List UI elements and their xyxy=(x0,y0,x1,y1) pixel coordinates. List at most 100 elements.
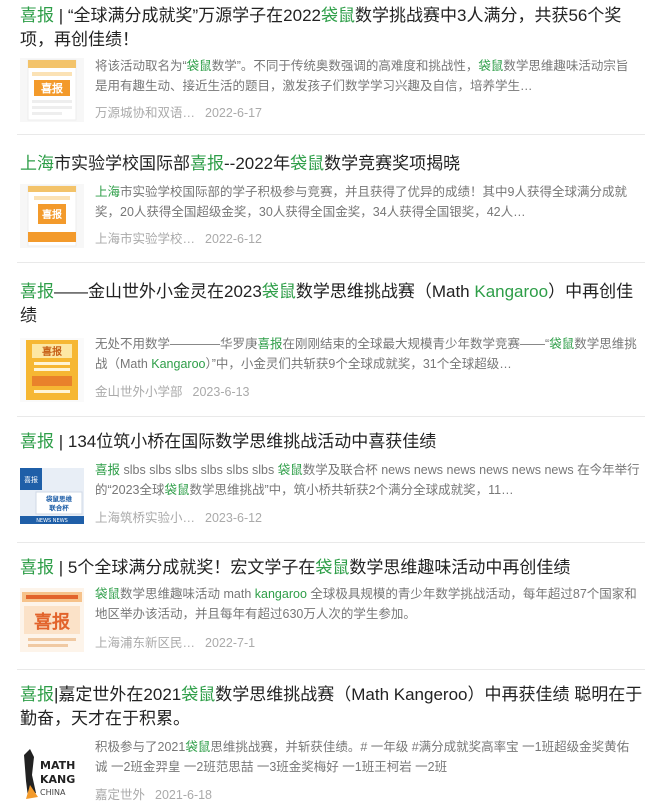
highlighted-keyword: kangaroo xyxy=(254,587,307,601)
highlighted-keyword: 喜报 xyxy=(20,282,54,301)
article-meta: 上海市实验学校… 2022-6-12 xyxy=(95,230,262,248)
divider xyxy=(17,134,645,135)
svg-text:喜报: 喜报 xyxy=(42,345,62,358)
article-snippet: 袋鼠数学思维趣味活动 math kangaroo 全球极具规模的青少年数学挑战活… xyxy=(95,584,640,624)
article-thumbnail[interactable]: 喜报 xyxy=(20,184,84,248)
highlighted-keyword: 喜报 xyxy=(20,558,54,577)
text-segment: 市实验学校国际部 xyxy=(54,154,190,173)
poster-thumbnail-image: 喜报 xyxy=(20,184,84,248)
poster-thumbnail-image: 喜报 袋鼠思维 联合杯 NEWS NEWS xyxy=(20,464,84,528)
article-thumbnail[interactable]: 喜报 xyxy=(20,338,84,402)
svg-text:袋鼠思维: 袋鼠思维 xyxy=(45,494,73,503)
article-snippet: 喜报 slbs slbs slbs slbs slbs slbs 袋鼠数学及联合… xyxy=(95,460,640,500)
article-title[interactable]: 上海市实验学校国际部喜报--2022年袋鼠数学竞赛奖项揭晓 xyxy=(20,152,648,176)
text-segment: 数学思维趣味活动 math xyxy=(120,587,255,601)
article-date: 2021-6-18 xyxy=(155,788,213,802)
article-thumbnail[interactable]: 喜报 袋鼠思维 联合杯 NEWS NEWS xyxy=(20,464,84,528)
text-segment: 数学思维挑战”中，筑小桥共斩获2个满分全球成就奖，11… xyxy=(189,483,514,497)
article-title[interactable]: 喜报——金山世外小金灵在2023袋鼠数学思维挑战赛（Math Kangaroo）… xyxy=(20,280,648,328)
svg-text:喜报: 喜报 xyxy=(41,81,64,95)
highlighted-keyword: Kangaroo xyxy=(474,282,549,301)
article-date: 2022-7-1 xyxy=(205,636,256,650)
article-date: 2022-6-12 xyxy=(205,232,263,246)
article-meta: 上海筑桥实验小… 2023-6-12 xyxy=(95,509,262,527)
highlighted-keyword: 喜报 xyxy=(20,685,54,704)
highlighted-keyword: 袋鼠 xyxy=(95,587,121,601)
article-date: 2023-6-13 xyxy=(192,385,250,399)
text-segment: 数学”。不同于传统奥数强调的高难度和挑战性， xyxy=(211,59,479,73)
highlighted-keyword: 喜报 xyxy=(20,432,54,451)
divider xyxy=(17,669,645,670)
highlighted-keyword: 袋鼠 xyxy=(549,337,575,351)
text-segment: 数学思维趣味活动中再创佳绩 xyxy=(349,558,571,577)
poster-thumbnail-image: 喜报 xyxy=(20,588,84,652)
svg-text:CHINA: CHINA xyxy=(40,788,66,797)
highlighted-keyword: 袋鼠 xyxy=(277,463,303,477)
highlighted-keyword: 袋鼠 xyxy=(315,558,350,577)
article-date: 2023-6-12 xyxy=(205,511,263,525)
poster-thumbnail-image: 喜报 xyxy=(20,338,84,402)
text-segment: 无处不用数学————华罗庚 xyxy=(95,337,258,351)
text-segment: 数学竞赛奖项揭晓 xyxy=(324,154,461,173)
poster-thumbnail-image: 喜报 xyxy=(20,58,84,122)
article-source[interactable]: 上海市实验学校… xyxy=(95,230,195,248)
article-title[interactable]: 喜报 | 134位筑小桥在国际数学思维挑战活动中喜获佳绩 xyxy=(20,430,648,454)
text-segment: |嘉定世外在2021 xyxy=(54,685,182,704)
highlighted-keyword: 袋鼠 xyxy=(478,59,504,73)
article-meta: 上海浦东新区民… 2022-7-1 xyxy=(95,634,255,652)
text-segment: | “全球满分成就奖”万源学子在2022 xyxy=(54,6,322,25)
text-segment: ）”中，小金灵们共斩获9个全球成就奖，31个全球超级… xyxy=(205,357,512,371)
article-snippet: 积极参与了2021袋鼠思维挑战赛，并斩获佳绩。# 一年级 #满分成就奖高率宝 一… xyxy=(95,737,640,777)
text-segment: 将该活动取名为“ xyxy=(95,59,187,73)
article-thumbnail[interactable]: 喜报 xyxy=(20,588,84,652)
highlighted-keyword: Kangaroo xyxy=(151,357,206,371)
article-meta: 金山世外小学部 2023-6-13 xyxy=(95,383,250,401)
text-segment: | 5个全球满分成就奖！宏文学子在 xyxy=(54,558,316,577)
article-title[interactable]: 喜报 | “全球满分成就奖”万源学子在2022袋鼠数学挑战赛中3人满分，共获56… xyxy=(20,4,648,52)
text-segment: ——金山世外小金灵在2023 xyxy=(54,282,262,301)
highlighted-keyword: 袋鼠 xyxy=(290,154,325,173)
article-meta: 万源城协和双语… 2022-6-17 xyxy=(95,104,262,122)
highlighted-keyword: 喜报 xyxy=(95,463,121,477)
text-segment: slbs slbs slbs slbs slbs slbs xyxy=(120,463,278,477)
article-snippet: 无处不用数学————华罗庚喜报在刚刚结束的全球最大规模青少年数学竞赛——“袋鼠数… xyxy=(95,334,640,374)
highlighted-keyword: 袋鼠 xyxy=(185,740,211,754)
svg-text:NEWS NEWS: NEWS NEWS xyxy=(36,518,68,524)
highlighted-keyword: 喜报 xyxy=(190,154,224,173)
svg-text:联合杯: 联合杯 xyxy=(49,503,69,512)
text-segment: | 134位筑小桥在国际数学思维挑战活动中喜获佳绩 xyxy=(54,432,437,451)
article-thumbnail[interactable]: 喜报 xyxy=(20,58,84,122)
divider xyxy=(17,416,645,417)
text-segment: --2022年 xyxy=(224,154,291,173)
article-title[interactable]: 喜报 | 5个全球满分成就奖！宏文学子在袋鼠数学思维趣味活动中再创佳绩 xyxy=(20,556,648,580)
article-date: 2022-6-17 xyxy=(205,106,263,120)
article-meta: 嘉定世外 2021-6-18 xyxy=(95,786,212,804)
article-source[interactable]: 嘉定世外 xyxy=(95,786,145,804)
text-segment: 数学思维挑战赛（Math xyxy=(295,282,475,301)
highlighted-keyword: 袋鼠 xyxy=(261,282,296,301)
text-segment: 在刚刚结束的全球最大规模青少年数学竞赛——“ xyxy=(282,337,550,351)
article-source[interactable]: 万源城协和双语… xyxy=(95,104,195,122)
highlighted-keyword: 上海 xyxy=(95,185,121,199)
article-title[interactable]: 喜报|嘉定世外在2021袋鼠数学思维挑战赛（Math Kangeroo）中再获佳… xyxy=(20,683,648,731)
highlighted-keyword: 袋鼠 xyxy=(186,59,212,73)
svg-text:喜报: 喜报 xyxy=(42,208,62,221)
svg-text:MATH: MATH xyxy=(40,759,75,772)
text-segment: 积极参与了2021 xyxy=(95,740,186,754)
highlighted-keyword: 袋鼠 xyxy=(164,483,190,497)
article-source[interactable]: 上海筑桥实验小… xyxy=(95,509,195,527)
svg-text:喜报: 喜报 xyxy=(34,611,70,633)
text-segment: 市实验学校国际部的学子积极参与竞赛，并且获得了优异的成绩！其中9人获得全球满分成… xyxy=(95,185,627,219)
article-thumbnail[interactable]: MATH KANG CHINA xyxy=(20,745,84,807)
svg-text:喜报: 喜报 xyxy=(24,475,38,484)
math-kangaroo-logo: MATH KANG CHINA xyxy=(20,745,84,807)
article-snippet: 将该活动取名为“袋鼠数学”。不同于传统奥数强调的高难度和挑战性，袋鼠数学思维趣味… xyxy=(95,56,640,96)
svg-text:KANG: KANG xyxy=(40,773,75,786)
highlighted-keyword: 袋鼠 xyxy=(321,6,356,25)
highlighted-keyword: 上海 xyxy=(20,154,54,173)
article-source[interactable]: 金山世外小学部 xyxy=(95,383,183,401)
highlighted-keyword: 袋鼠 xyxy=(181,685,216,704)
article-source[interactable]: 上海浦东新区民… xyxy=(95,634,195,652)
highlighted-keyword: 喜报 xyxy=(257,337,283,351)
article-snippet: 上海市实验学校国际部的学子积极参与竞赛，并且获得了优异的成绩！其中9人获得全球满… xyxy=(95,182,640,222)
